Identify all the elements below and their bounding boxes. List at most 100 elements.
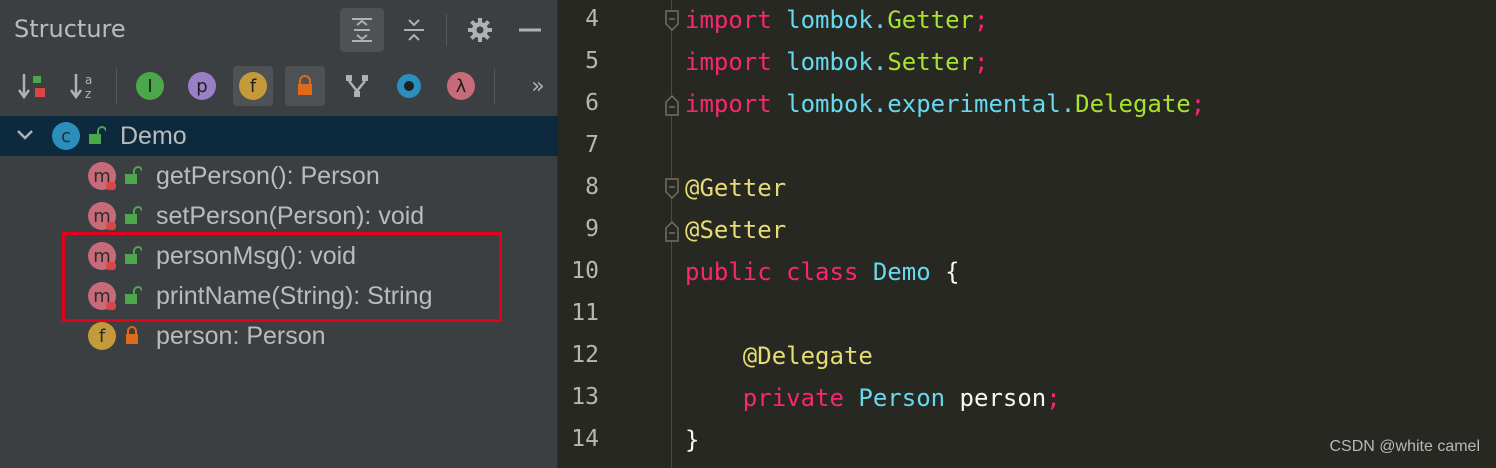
code-token: import [685, 48, 772, 76]
hide-panel-button[interactable] [508, 8, 552, 52]
code-line[interactable]: import lombok.experimental.Delegate; [685, 90, 1205, 118]
more-options-button[interactable]: » [520, 66, 556, 106]
toolbar-divider [116, 68, 117, 104]
code-line[interactable]: @Getter [685, 174, 786, 202]
panel-title: Structure [14, 15, 126, 43]
code-line[interactable]: public class Demo { [685, 258, 960, 286]
structure-panel: Structure a z I p f λ » c Demo m getPers… [0, 0, 558, 468]
code-token: import [685, 90, 772, 118]
expand-all-button[interactable] [340, 8, 384, 52]
hierarchy-icon [346, 75, 368, 97]
sort-alphabetically-button[interactable]: a z [64, 66, 104, 106]
show-inherited-button[interactable]: I [130, 66, 170, 106]
show-non-public-button[interactable] [285, 66, 325, 106]
toolbar-divider-2 [494, 68, 495, 104]
minimize-icon [519, 28, 541, 32]
fold-start-icon[interactable] [665, 178, 679, 200]
tree-row-getperson[interactable]: m getPerson(): Person [0, 156, 558, 196]
highlight-annotation-box [62, 232, 502, 322]
line-number: 14 [571, 426, 599, 452]
code-editor[interactable]: 4 5 6 7 8 9 10 11 12 13 14 import lombok.Getter; im… [559, 0, 1496, 468]
tree-row-person-field[interactable]: f person: Person [0, 316, 558, 356]
fold-end-icon[interactable] [665, 94, 679, 116]
show-records-button[interactable] [389, 66, 429, 106]
code-token: ; [1046, 384, 1061, 412]
code-token: class [786, 258, 859, 286]
tree-node-label: person: Person [156, 322, 326, 350]
code-token: @Setter [685, 216, 787, 244]
fold-start-icon[interactable] [665, 10, 679, 32]
sort-by-visibility-button[interactable] [12, 66, 52, 106]
show-lambdas-button[interactable]: λ [441, 66, 481, 106]
inherited-icon: I [136, 72, 164, 100]
collapse-all-button[interactable] [392, 8, 436, 52]
code-token: Delegate [1075, 90, 1191, 118]
line-number: 11 [571, 300, 599, 326]
code-token: public [685, 258, 772, 286]
chevron-down-icon[interactable] [16, 128, 34, 142]
code-line[interactable]: @Delegate [685, 342, 873, 370]
show-anonymous-button[interactable] [337, 66, 377, 106]
code-token: import [685, 6, 772, 34]
override-badge-icon [106, 182, 116, 190]
line-number: 10 [571, 258, 599, 284]
svg-text:z: z [85, 87, 91, 101]
tree-node-label: Demo [120, 122, 187, 150]
fold-end-icon[interactable] [665, 220, 679, 242]
line-number: 7 [585, 132, 599, 158]
expand-all-icon [352, 18, 372, 42]
override-badge-icon [106, 222, 116, 230]
lambda-icon: λ [447, 72, 475, 100]
tree-node-label: getPerson(): Person [156, 162, 380, 190]
code-token: ; [1190, 90, 1206, 118]
header-divider [446, 14, 447, 46]
sort-alpha-icon: a z [69, 73, 92, 101]
record-icon [397, 74, 421, 98]
code-token: lombok.experimental. [786, 90, 1076, 118]
code-token: private [742, 384, 844, 412]
code-line[interactable]: } [685, 426, 699, 454]
code-line[interactable]: @Setter [685, 216, 786, 244]
code-line[interactable]: import lombok.Setter; [685, 48, 988, 76]
class-icon: c [52, 122, 80, 150]
watermark: CSDN @white camel [1329, 438, 1481, 455]
show-properties-button[interactable]: p [182, 66, 222, 106]
code-token: @Getter [685, 174, 787, 202]
settings-button[interactable] [458, 8, 502, 52]
code-token: lombok. [786, 6, 888, 34]
tree-root-row[interactable]: c Demo [0, 116, 558, 156]
collapse-all-icon [404, 19, 424, 41]
fields-icon: f [239, 72, 267, 100]
field-icon: f [88, 322, 116, 350]
code-token: person [945, 384, 1047, 412]
code-token: Getter [887, 6, 975, 34]
sort-visibility-icon [17, 74, 45, 100]
code-token: Demo [872, 258, 931, 286]
public-lock-icon [89, 126, 106, 144]
code-line[interactable]: import lombok.Getter; [685, 6, 988, 34]
code-token: ; [974, 6, 989, 34]
structure-toolbar: a z I p f λ » [0, 60, 558, 116]
show-fields-button[interactable]: f [233, 66, 273, 106]
line-number: 9 [585, 216, 599, 242]
code-line[interactable]: private Person person; [685, 384, 1061, 412]
line-number: 13 [571, 384, 599, 410]
gear-icon [468, 18, 492, 42]
line-number: 12 [571, 342, 599, 368]
line-number: 5 [585, 48, 599, 74]
code-token: { [930, 258, 960, 286]
tree-row-setperson[interactable]: m setPerson(Person): void [0, 196, 558, 236]
panel-header: Structure [0, 0, 558, 60]
code-token: @Delegate [742, 342, 873, 370]
code-token: Person [858, 384, 946, 412]
lock-icon [298, 75, 312, 95]
public-lock-icon [125, 166, 142, 184]
